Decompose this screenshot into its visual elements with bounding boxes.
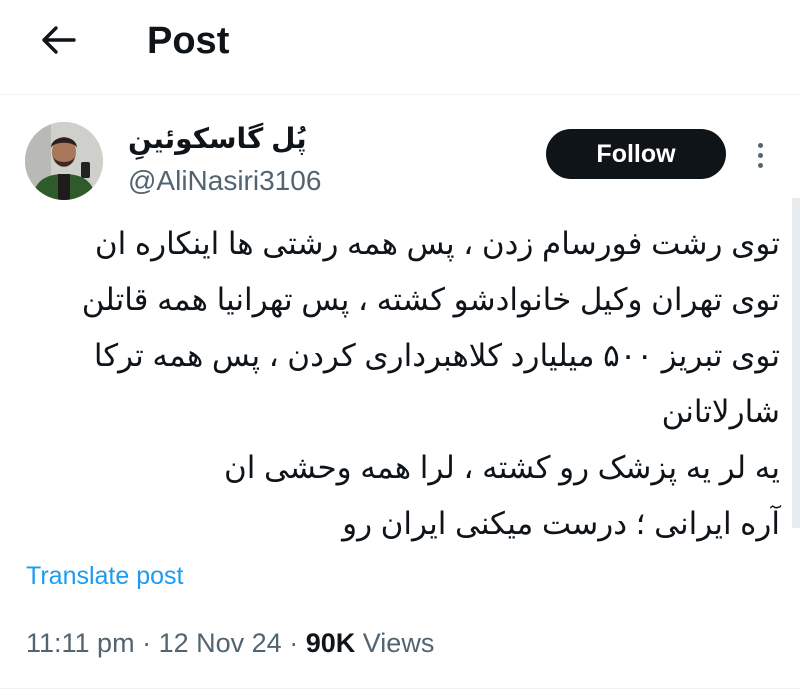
post-time[interactable]: 11:11 pm: [26, 628, 135, 658]
more-vertical-icon-dot: [757, 162, 763, 168]
tweet-line: یه لر یه پزشک رو کشته ، لرا همه وحشی ان: [223, 450, 780, 485]
translate-post-link[interactable]: Translate post: [26, 561, 183, 591]
meta-separator: ·: [142, 628, 152, 658]
author-display-name[interactable]: پُل گاسکوئینِ: [128, 123, 368, 155]
tweet-line: آره ایرانی ؛ درست میکنی ایران رو: [342, 506, 780, 541]
views-count: 90K: [305, 628, 356, 658]
scrollbar-track[interactable]: [792, 198, 800, 528]
follow-button[interactable]: Follow: [546, 129, 726, 179]
tweet-line: شارلاتانن: [661, 394, 780, 429]
tweet-line: توی تبریز ۵۰۰ میلیارد کلاهبرداری کردن ، …: [93, 338, 780, 373]
tweet-line: توی رشت فورسام زدن ، پس همه رشتی ها اینک…: [94, 226, 780, 261]
meta-separator: ·: [289, 628, 299, 658]
arrow-left-icon: [42, 26, 76, 54]
post-date[interactable]: 12 Nov 24: [159, 628, 282, 658]
top-bar: Post: [0, 0, 800, 92]
page-title: Post: [147, 20, 230, 62]
views-label: Views: [362, 628, 435, 658]
more-vertical-icon-dot: [757, 152, 763, 158]
author-handle[interactable]: @AliNasiri3106: [128, 164, 321, 198]
back-button[interactable]: [30, 18, 86, 62]
tweet-line: توی تهران وکیل خانوادشو کشته ، پس تهرانی…: [81, 282, 780, 317]
post-meta: 11:11 pm · 12 Nov 24 · 90K Views: [26, 626, 434, 660]
more-vertical-icon: [757, 142, 763, 148]
header-divider: [0, 94, 800, 95]
more-options-button[interactable]: [748, 138, 772, 172]
user-avatar-image: [25, 122, 103, 200]
bottom-divider: [0, 688, 800, 689]
tweet-text: توی رشت فورسام زدن ، پس همه رشتی ها اینک…: [20, 216, 780, 552]
avatar[interactable]: [25, 122, 103, 200]
